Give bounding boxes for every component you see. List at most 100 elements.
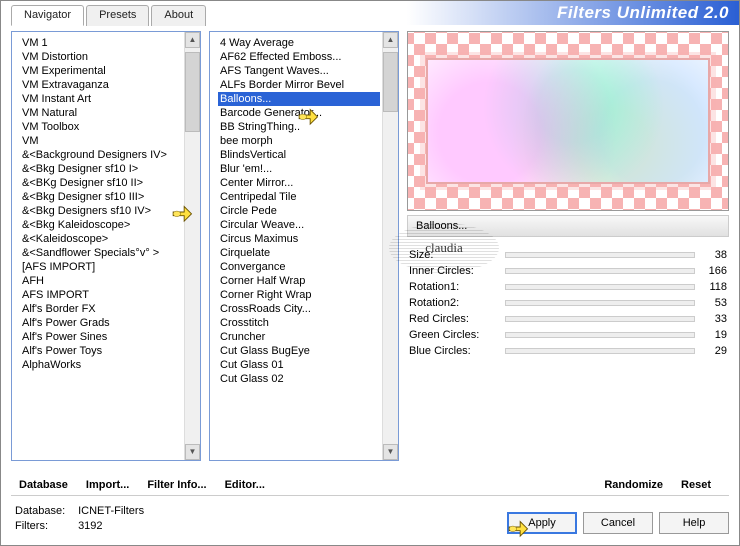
category-item[interactable]: [AFS IMPORT]	[20, 260, 182, 274]
param-slider[interactable]	[505, 332, 695, 338]
category-item[interactable]: VM 1	[20, 36, 182, 50]
status-filters-value: 3192	[78, 520, 102, 532]
param-label: Rotation1:	[409, 281, 499, 293]
param-row: Size: 38	[409, 249, 727, 261]
filter-item[interactable]: CrossRoads City...	[218, 302, 380, 316]
filter-item[interactable]: BB StringThing..	[218, 120, 380, 134]
help-button[interactable]: Help	[659, 512, 729, 534]
category-item[interactable]: VM Distortion	[20, 50, 182, 64]
category-item[interactable]: AFS IMPORT	[20, 288, 182, 302]
category-item[interactable]: &<Bkg Designers sf10 IV>	[20, 204, 182, 218]
category-item[interactable]: VM Instant Art	[20, 92, 182, 106]
category-item[interactable]: VM Natural	[20, 106, 182, 120]
category-item[interactable]: &<Kaleidoscope>	[20, 232, 182, 246]
category-item[interactable]: AFH	[20, 274, 182, 288]
filter-item[interactable]: Circular Weave...	[218, 218, 380, 232]
param-slider[interactable]	[505, 268, 695, 274]
param-row: Red Circles:33	[409, 313, 727, 325]
cancel-button[interactable]: Cancel	[583, 512, 653, 534]
app-title: Filters Unlimited 2.0	[557, 3, 729, 23]
filter-item[interactable]: Corner Right Wrap	[218, 288, 380, 302]
filter-item[interactable]: Cut Glass 01	[218, 358, 380, 372]
category-item[interactable]: Alf's Border FX	[20, 302, 182, 316]
reset-link[interactable]: Reset	[681, 479, 711, 491]
editor-link[interactable]: Editor...	[225, 479, 265, 491]
category-item[interactable]: Alf's Power Grads	[20, 316, 182, 330]
filter-item[interactable]: bee morph	[218, 134, 380, 148]
filter-info-link[interactable]: Filter Info...	[147, 479, 206, 491]
param-slider[interactable]	[505, 284, 695, 290]
category-item[interactable]: VM Extravaganza	[20, 78, 182, 92]
randomize-link[interactable]: Randomize	[604, 479, 663, 491]
filter-item[interactable]: Circus Maximus	[218, 232, 380, 246]
filter-item[interactable]: Convergance	[218, 260, 380, 274]
param-label: Rotation2:	[409, 297, 499, 309]
database-link[interactable]: Database	[19, 479, 68, 491]
current-filter-label: Balloons...	[407, 215, 729, 237]
category-item[interactable]: &<Bkg Kaleidoscope>	[20, 218, 182, 232]
category-item[interactable]: VM Experimental	[20, 64, 182, 78]
tab-strip: NavigatorPresetsAbout	[11, 5, 206, 26]
filter-item[interactable]: Blur 'em!...	[218, 162, 380, 176]
category-item[interactable]: VM Toolbox	[20, 120, 182, 134]
apply-button[interactable]: Apply	[507, 512, 577, 534]
scroll-down-icon[interactable]: ▼	[185, 444, 200, 460]
scroll-up-icon[interactable]: ▲	[383, 32, 398, 48]
category-item[interactable]: &<BKg Designer sf10 II>	[20, 176, 182, 190]
category-scrollbar[interactable]: ▲ ▼	[184, 32, 200, 460]
parameter-panel: Size:38Inner Circles:166Rotation1:118Rot…	[407, 241, 729, 475]
scroll-up-icon[interactable]: ▲	[185, 32, 200, 48]
param-row: Blue Circles: 29	[409, 345, 727, 357]
scroll-thumb[interactable]	[185, 52, 200, 132]
filter-item[interactable]: Corner Half Wrap	[218, 274, 380, 288]
status-area: Database: ICNET-Filters Filters: 3192	[15, 504, 144, 534]
param-slider[interactable]	[505, 348, 695, 354]
status-db-value: ICNET-Filters	[78, 505, 144, 517]
filter-item[interactable]: AF62 Effected Emboss...	[218, 50, 380, 64]
param-value: 19	[701, 329, 727, 341]
param-label: Green Circles:	[409, 329, 499, 341]
param-row: Rotation1:118	[409, 281, 727, 293]
category-listbox[interactable]: VM 1VM DistortionVM ExperimentalVM Extra…	[11, 31, 201, 461]
filter-item[interactable]: Centripedal Tile	[218, 190, 380, 204]
param-slider[interactable]	[505, 300, 695, 306]
param-slider[interactable]	[505, 316, 695, 322]
filter-item[interactable]: Cut Glass BugEye	[218, 344, 380, 358]
category-item[interactable]: &<Bkg Designer sf10 III>	[20, 190, 182, 204]
filter-item[interactable]: Crosstitch	[218, 316, 380, 330]
param-slider[interactable]	[505, 252, 695, 258]
category-item[interactable]: VM	[20, 134, 182, 148]
category-item[interactable]: &<Sandflower Specials°v° >	[20, 246, 182, 260]
filter-scrollbar[interactable]: ▲ ▼	[382, 32, 398, 460]
filter-item[interactable]: Balloons...	[218, 92, 380, 106]
tab-about[interactable]: About	[151, 5, 206, 26]
param-value: 38	[701, 249, 727, 261]
filter-item[interactable]: ALFs Border Mirror Bevel	[218, 78, 380, 92]
param-value: 29	[701, 345, 727, 357]
filter-item[interactable]: Barcode Generator...	[218, 106, 380, 120]
param-label: Blue Circles:	[409, 345, 499, 357]
filter-listbox[interactable]: 4 Way AverageAF62 Effected Emboss...AFS …	[209, 31, 399, 461]
separator	[11, 495, 729, 496]
filter-item[interactable]: Cruncher	[218, 330, 380, 344]
scroll-down-icon[interactable]: ▼	[383, 444, 398, 460]
filter-item[interactable]: Cut Glass 02	[218, 372, 380, 386]
filter-item[interactable]: BlindsVertical	[218, 148, 380, 162]
filter-item[interactable]: 4 Way Average	[218, 36, 380, 50]
filter-item[interactable]: Cirquelate	[218, 246, 380, 260]
tab-navigator[interactable]: Navigator	[11, 5, 84, 26]
param-row: Inner Circles:166	[409, 265, 727, 277]
category-item[interactable]: Alf's Power Toys	[20, 344, 182, 358]
category-item[interactable]: AlphaWorks	[20, 358, 182, 372]
filter-item[interactable]: Center Mirror...	[218, 176, 380, 190]
tab-presets[interactable]: Presets	[86, 5, 149, 26]
scroll-thumb[interactable]	[383, 52, 398, 112]
param-label: Size:	[409, 249, 499, 261]
filter-item[interactable]: AFS Tangent Waves...	[218, 64, 380, 78]
category-item[interactable]: &<Bkg Designer sf10 I>	[20, 162, 182, 176]
category-item[interactable]: Alf's Power Sines	[20, 330, 182, 344]
category-item[interactable]: &<Background Designers IV>	[20, 148, 182, 162]
filter-item[interactable]: Circle Pede	[218, 204, 380, 218]
import-link[interactable]: Import...	[86, 479, 129, 491]
toolbar: Database Import... Filter Info... Editor…	[1, 475, 739, 493]
